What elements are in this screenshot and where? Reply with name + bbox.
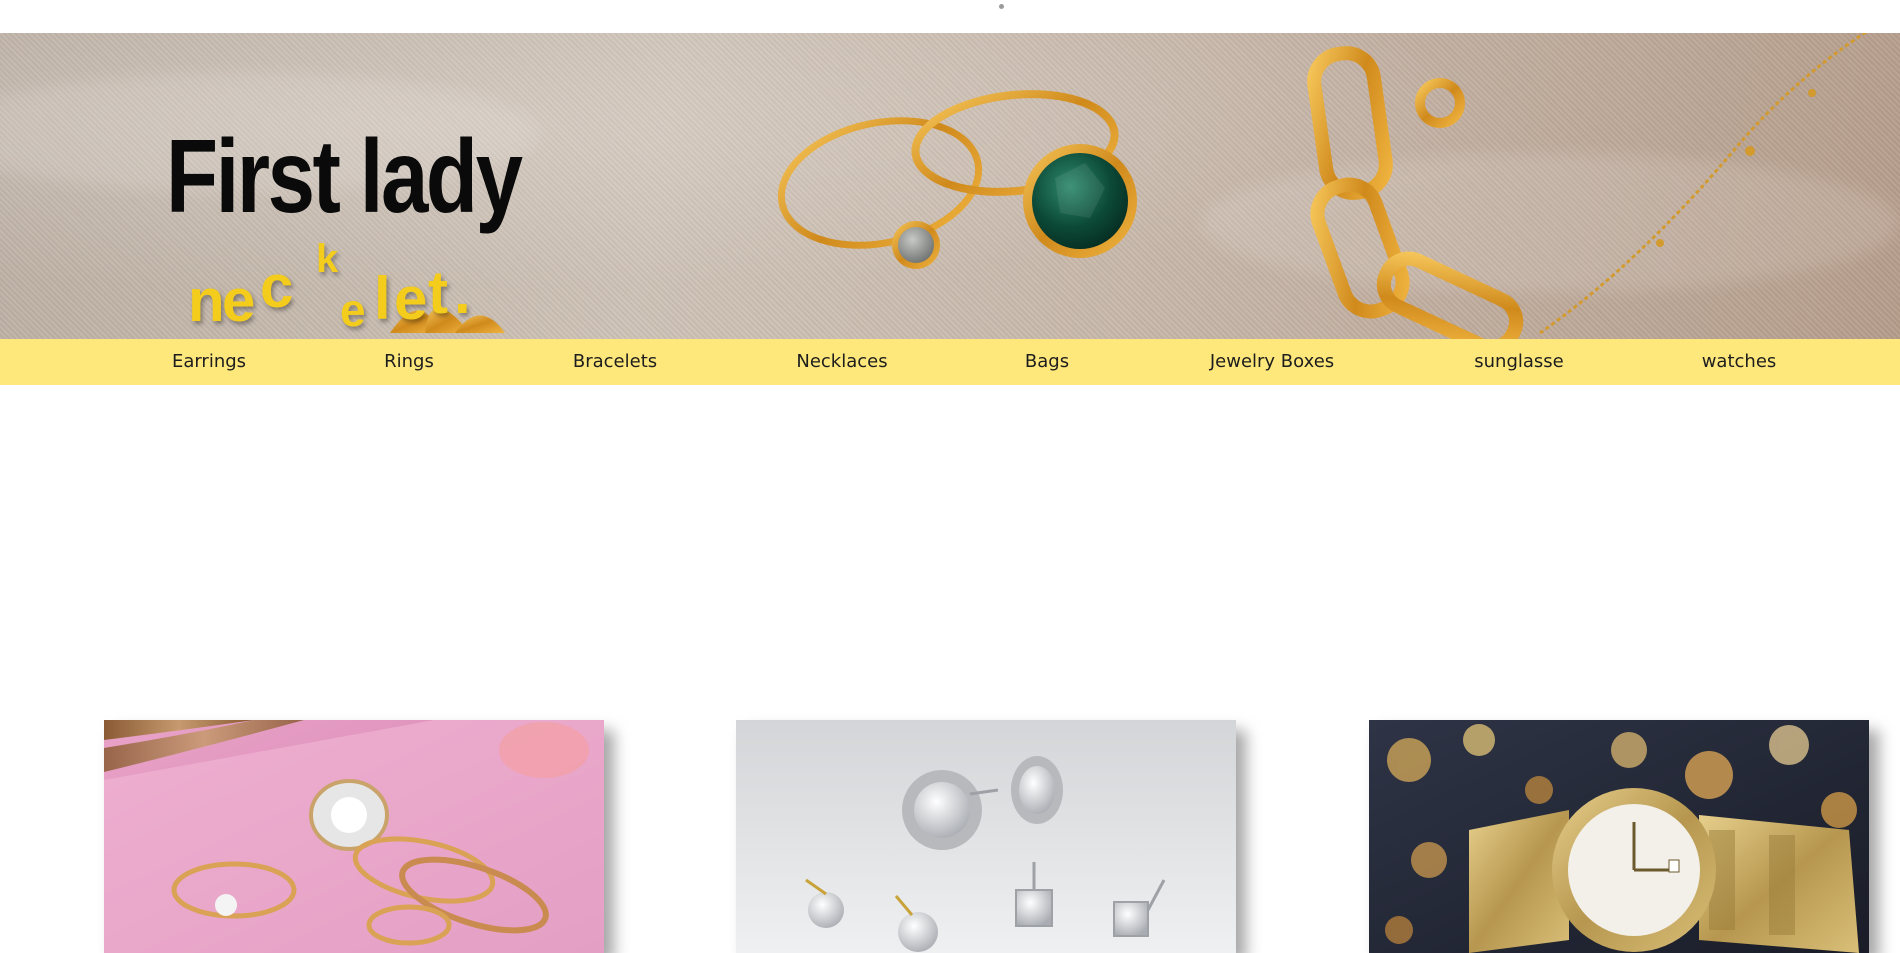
loading-dot [999, 4, 1004, 9]
product-card-watch[interactable] [1369, 720, 1869, 953]
brand-subtitle-letter: c [260, 253, 294, 320]
brand-subtitle-letter: e [222, 267, 256, 334]
brand-subtitle-letter: e [340, 284, 366, 336]
earrings-image [736, 720, 1236, 953]
nav-item-sunglasse[interactable]: sunglasse [1474, 339, 1563, 385]
watch-image [1369, 720, 1869, 953]
nav-item-rings[interactable]: Rings [384, 339, 434, 385]
brand-subtitle-letter: e [394, 265, 428, 332]
brand-subtitle-letter: k [316, 237, 339, 281]
product-card-rings[interactable] [104, 720, 604, 953]
brand-subtitle-letter: t [428, 259, 448, 326]
chain-bracelet-icon [1307, 46, 1524, 339]
brand-subtitle: n e c k e l e t . [188, 233, 528, 333]
hero-banner: First lady n e c k e l e t . [0, 33, 1900, 339]
ring-emerald-icon [911, 90, 1137, 258]
rings-image [104, 720, 604, 953]
brand-subtitle-letter: n [188, 267, 225, 334]
brand-subtitle-letter: . [454, 259, 471, 326]
nav-item-earrings[interactable]: Earrings [172, 339, 246, 385]
top-strip [0, 0, 1900, 33]
nav-item-bags[interactable]: Bags [1025, 339, 1069, 385]
brand-title: First lady [166, 119, 523, 235]
brand-subtitle-letter: l [374, 265, 391, 332]
fine-chain-icon [1539, 33, 1868, 335]
nav-item-necklaces[interactable]: Necklaces [796, 339, 887, 385]
category-nav: Earrings Rings Bracelets Necklaces Bags … [0, 339, 1900, 385]
nav-item-bracelets[interactable]: Bracelets [573, 339, 657, 385]
nav-item-watches[interactable]: watches [1702, 339, 1777, 385]
nav-item-jewelry-boxes[interactable]: Jewelry Boxes [1210, 339, 1334, 385]
product-card-earrings[interactable] [736, 720, 1236, 953]
